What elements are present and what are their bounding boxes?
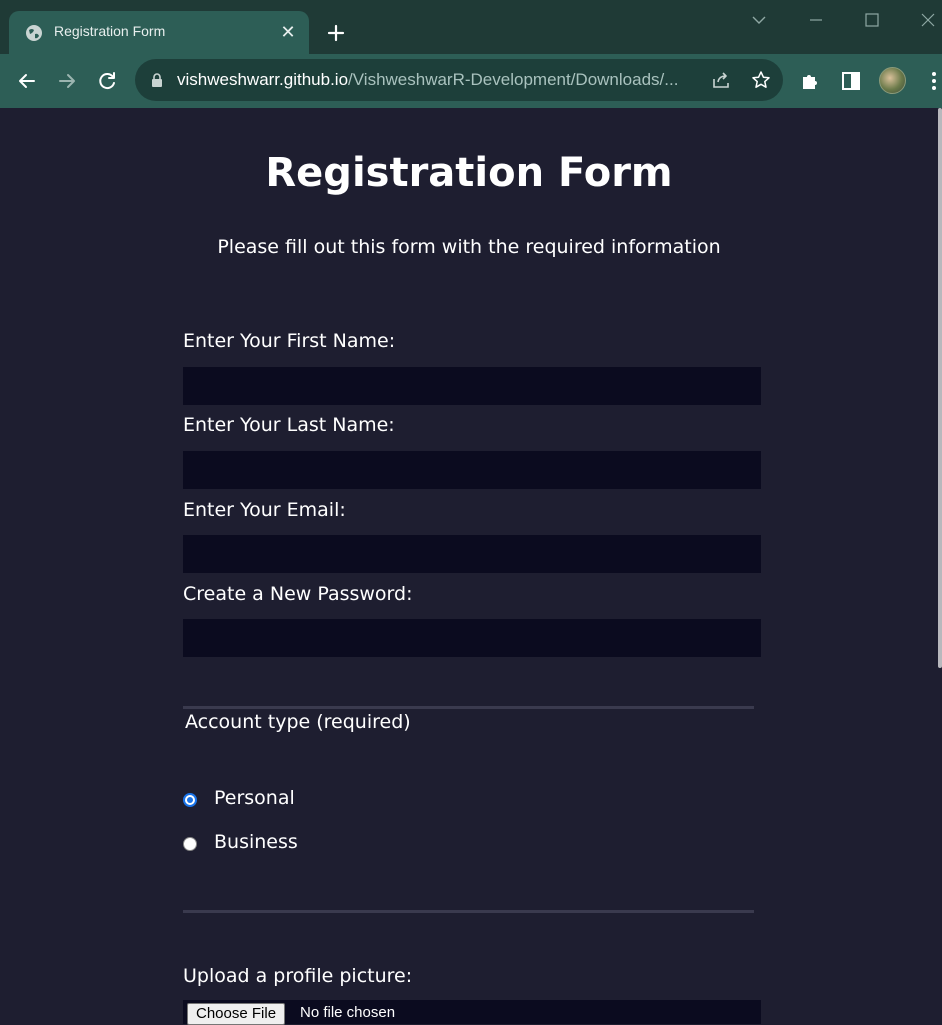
side-panel-icon[interactable] bbox=[839, 69, 863, 93]
browser-tab[interactable]: Registration Form ✕ bbox=[9, 11, 309, 54]
personal-radio[interactable] bbox=[183, 793, 197, 807]
file-status-text: No file chosen bbox=[300, 1004, 396, 1021]
fieldset-top-border bbox=[183, 706, 754, 709]
first-name-label: Enter Your First Name: bbox=[183, 330, 396, 352]
address-bar[interactable]: vishweshwarr.github.io/VishweshwarR-Deve… bbox=[135, 59, 783, 101]
star-icon[interactable] bbox=[751, 70, 771, 90]
business-radio-label[interactable]: Business bbox=[214, 831, 298, 853]
close-tab-icon[interactable]: ✕ bbox=[277, 21, 299, 43]
url-path: /VishweshwarR-Development/Downloads/... bbox=[348, 70, 679, 89]
tab-title: Registration Form bbox=[54, 23, 166, 39]
account-type-legend: Account type (required) bbox=[185, 711, 411, 733]
personal-radio-label[interactable]: Personal bbox=[214, 787, 295, 809]
page-content: Registration Form Please fill out this f… bbox=[0, 108, 942, 1025]
puzzle-icon[interactable] bbox=[799, 69, 823, 93]
email-input[interactable] bbox=[183, 535, 761, 573]
password-label: Create a New Password: bbox=[183, 583, 413, 605]
upload-label: Upload a profile picture: bbox=[183, 965, 413, 987]
fieldset-bottom-border bbox=[183, 910, 754, 913]
chevron-down-icon[interactable] bbox=[744, 8, 774, 32]
minimize-icon[interactable] bbox=[801, 8, 831, 32]
arrow-left-icon[interactable] bbox=[13, 67, 41, 95]
reload-icon[interactable] bbox=[93, 67, 121, 95]
plus-icon[interactable] bbox=[322, 19, 350, 47]
browser-titlebar: Registration Form ✕ bbox=[0, 0, 942, 54]
last-name-input[interactable] bbox=[183, 451, 761, 489]
password-input[interactable] bbox=[183, 619, 761, 657]
page-subtitle: Please fill out this form with the requi… bbox=[217, 236, 721, 258]
lock-icon[interactable] bbox=[151, 73, 163, 87]
scrollbar-thumb[interactable] bbox=[938, 108, 942, 668]
file-upload-field[interactable]: Choose File No file chosen bbox=[183, 1000, 761, 1025]
globe-icon bbox=[26, 25, 42, 41]
maximize-icon[interactable] bbox=[857, 8, 887, 32]
business-radio[interactable] bbox=[183, 837, 197, 851]
scrollbar[interactable] bbox=[936, 108, 942, 1020]
email-label: Enter Your Email: bbox=[183, 499, 346, 521]
first-name-input[interactable] bbox=[183, 367, 761, 405]
url-text: vishweshwarr.github.io/VishweshwarR-Deve… bbox=[177, 70, 678, 90]
share-icon[interactable] bbox=[711, 70, 731, 90]
profile-avatar[interactable] bbox=[879, 67, 906, 94]
page-title: Registration Form bbox=[265, 150, 673, 196]
kebab-menu-icon[interactable] bbox=[922, 69, 942, 93]
last-name-label: Enter Your Last Name: bbox=[183, 414, 395, 436]
url-host: vishweshwarr.github.io bbox=[177, 70, 349, 89]
browser-toolbar: vishweshwarr.github.io/VishweshwarR-Deve… bbox=[0, 54, 942, 108]
choose-file-button[interactable]: Choose File bbox=[187, 1003, 286, 1025]
arrow-right-icon[interactable] bbox=[53, 67, 81, 95]
close-window-icon[interactable] bbox=[913, 8, 942, 32]
